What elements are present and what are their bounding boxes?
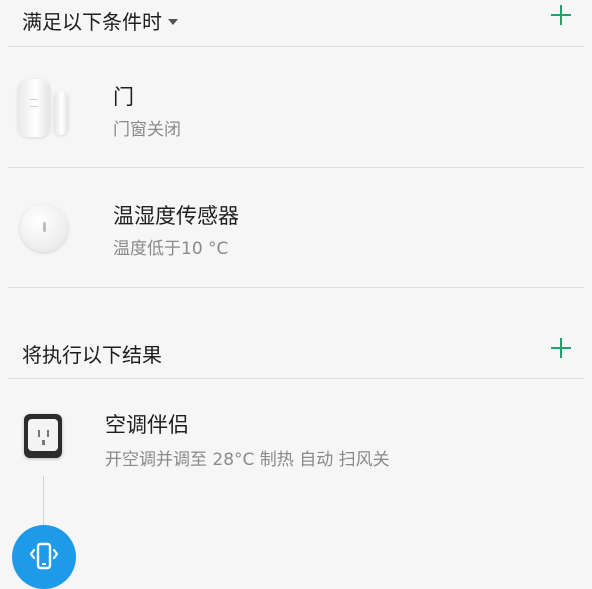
condition-item-temperature-sensor[interactable]: 温湿度传感器 温度低于10 °C	[0, 168, 592, 286]
conditions-header-label: 满足以下条件时	[22, 10, 162, 34]
phone-vibrate-action-button[interactable]	[12, 525, 76, 589]
caret-down-icon	[168, 18, 178, 25]
results-title: 将执行以下结果	[22, 339, 162, 368]
condition-item-door[interactable]: 门 门窗关闭	[0, 47, 592, 167]
add-condition-plus-icon[interactable]	[550, 4, 572, 26]
door-window-sensor-icon	[18, 77, 70, 139]
conditions-dropdown[interactable]: 满足以下条件时	[22, 6, 178, 35]
ac-companion-icon	[24, 414, 64, 460]
condition-title: 门	[113, 85, 134, 109]
result-item-ac-companion[interactable]: 空调伴侣 开空调并调至 28°C 制热 自动 扫风关	[0, 379, 592, 479]
add-result-plus-icon[interactable]	[550, 337, 572, 359]
condition-title: 温湿度传感器	[113, 204, 239, 228]
results-header: 将执行以下结果	[0, 333, 592, 375]
results-header-label: 将执行以下结果	[22, 343, 162, 367]
timeline-connector	[43, 476, 44, 528]
result-title: 空调伴侣	[105, 413, 189, 437]
divider	[8, 287, 584, 288]
result-subtitle: 开空调并调至 28°C 制热 自动 扫风关	[105, 450, 390, 470]
condition-subtitle: 温度低于10 °C	[113, 239, 229, 259]
condition-subtitle: 门窗关闭	[113, 120, 181, 140]
conditions-header: 满足以下条件时	[0, 0, 592, 42]
temperature-humidity-sensor-icon	[20, 204, 68, 252]
phone-vibrate-icon	[29, 542, 59, 570]
